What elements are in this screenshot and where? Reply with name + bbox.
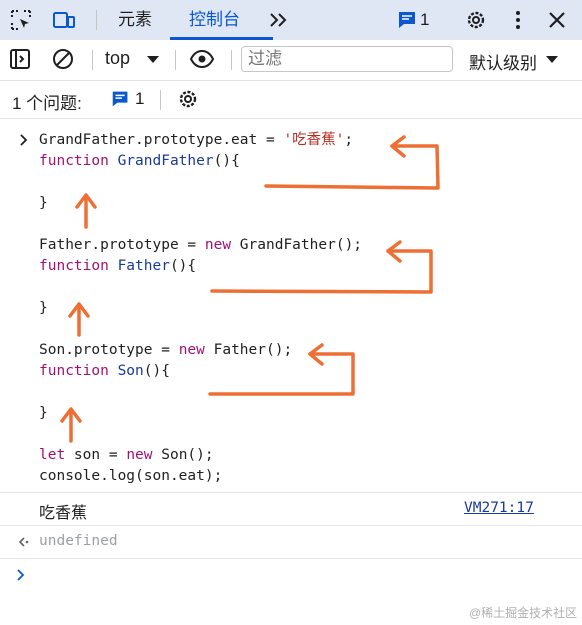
source-location-link[interactable]: VM271:17 [464, 500, 534, 516]
return-value-text: undefined [39, 533, 118, 549]
annotation-arrow [264, 144, 440, 190]
console-prompt-input[interactable] [34, 562, 574, 588]
divider [0, 558, 582, 559]
annotation-arrow [210, 249, 433, 294]
watermark: @稀土掘金技术社区 [469, 606, 578, 620]
return-value-arrow-icon [17, 535, 31, 554]
log-output-text: 吃香蕉 [39, 503, 88, 522]
annotation-arrow [208, 352, 355, 396]
prompt-chevron-icon[interactable] [15, 568, 27, 587]
annotation-arrows [60, 135, 440, 443]
console-log-message: 吃香蕉 VM271:17 [0, 492, 582, 526]
